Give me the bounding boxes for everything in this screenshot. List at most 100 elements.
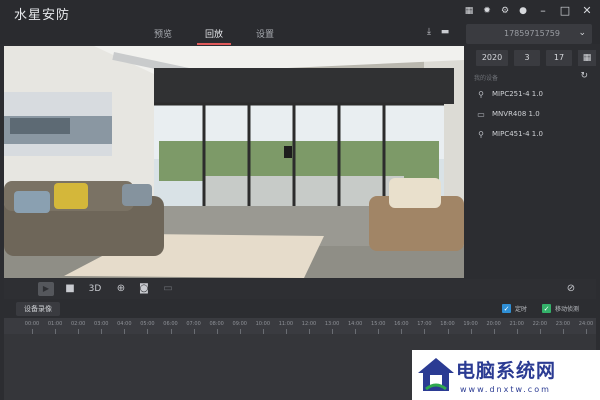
record-button[interactable]: ▭ — [161, 282, 175, 296]
timeline-tick — [193, 329, 195, 334]
info-icon[interactable]: ● — [518, 6, 528, 16]
play-icon: ▶ — [42, 284, 50, 293]
timeline-tick — [55, 329, 57, 334]
nvr-icon: ▭ — [477, 109, 485, 119]
timeline-tick — [147, 329, 149, 334]
timeline-hour-label: 16:00 — [394, 321, 409, 327]
device-item[interactable]: ⚲ MIPC251-4 1.0 — [476, 86, 543, 102]
timeline-tick — [516, 329, 518, 334]
year-field[interactable]: 2020 — [476, 50, 508, 66]
day-field[interactable]: 17 — [546, 50, 572, 66]
timeline-hour-label: 19:00 — [463, 321, 478, 327]
device-recording-button[interactable]: 设备录像 — [16, 302, 60, 316]
snapshot-button[interactable]: ◙ — [137, 282, 151, 296]
timeline-tick — [239, 329, 241, 334]
timeline-hour-label: 08:00 — [209, 321, 224, 327]
scheduled-checkbox[interactable]: ✓ 定时 — [502, 304, 527, 313]
zoom-in-button[interactable]: ⊕ — [114, 282, 128, 296]
timeline-tick — [170, 329, 172, 334]
timeline-hour-label: 02:00 — [70, 321, 86, 327]
timeline-tick — [447, 329, 449, 334]
timeline-tick — [378, 329, 380, 334]
tab-playback[interactable]: 回放 — [196, 27, 232, 45]
devices-label: 我的设备 — [474, 75, 499, 82]
mute-icon: ⊘ — [566, 283, 576, 294]
play-button[interactable]: ▶ — [38, 282, 54, 296]
timeline-tick — [124, 329, 126, 334]
player-controls: ▶ ■ 3D ⊕ ◙ ▭ ⊘ — [4, 279, 596, 299]
playback-panel: 2020 3 17 ▦ 我的设备 ↻ ⚲ MIPC251-4 1.0 ▭ MNV… — [466, 46, 600, 294]
refresh-icon[interactable]: ↻ — [580, 71, 588, 81]
sun-icon[interactable]: ✹ — [482, 6, 492, 16]
title-bar: 水星安防 ▦ ✹ ⚙ ● – □ ✕ — [0, 0, 600, 24]
device-name: MNVR408 1.0 — [492, 110, 540, 118]
timeline-hour-label: 23:00 — [555, 321, 571, 327]
timeline-tick — [309, 329, 310, 334]
device-item[interactable]: ⚲ MIPC451-4 1.0 — [476, 126, 543, 142]
timeline-tick — [355, 329, 357, 334]
tab-settings[interactable]: 设置 — [256, 27, 274, 42]
timeline-tick — [562, 329, 564, 334]
window-controls: ▦ ✹ ⚙ ● – □ ✕ — [464, 5, 594, 16]
timeline-hour-label: 04:00 — [117, 321, 132, 327]
timeline-tick — [401, 329, 403, 334]
timeline-tick — [424, 329, 426, 334]
timeline-hour-label: 20:00 — [486, 321, 501, 327]
minimize-button[interactable]: – — [536, 5, 550, 16]
timeline-hour-label: 24:00 — [578, 321, 594, 327]
timeline-tick — [539, 329, 541, 334]
3d-button[interactable]: 3D — [86, 282, 104, 296]
grid-icon[interactable]: ▦ — [464, 6, 474, 16]
folder-icon[interactable]: ▬ — [440, 27, 450, 37]
timeline-hour-label: 10:00 — [255, 321, 271, 327]
account-label: 17859715759 — [504, 29, 560, 38]
stop-button[interactable]: ■ — [64, 282, 76, 296]
stop-icon: ■ — [65, 283, 75, 294]
timeline-tick — [101, 329, 103, 334]
close-button[interactable]: ✕ — [580, 5, 594, 16]
timeline-hour-label: 06:00 — [163, 321, 178, 327]
record-bar: 设备录像 ✓ 定时 ✓ 移动侦测 — [0, 300, 600, 318]
watermark-title: 电脑系统网 — [456, 360, 557, 382]
calendar-icon[interactable]: ▦ — [578, 50, 596, 66]
timeline-hour-label: 12:00 — [301, 321, 317, 327]
download-icon[interactable]: ⤓ — [424, 27, 434, 37]
mute-button[interactable]: ⊘ — [564, 282, 578, 296]
motion-detection-checkbox[interactable]: ✓ 移动侦测 — [542, 304, 579, 313]
chevron-down-icon: ⌄ — [578, 28, 586, 38]
timeline-hour-label: 00:00 — [24, 321, 40, 327]
device-item[interactable]: ▭ MNVR408 1.0 — [476, 106, 540, 122]
checkbox-checked-icon: ✓ — [542, 304, 551, 313]
timeline-hour-label: 17:00 — [417, 321, 432, 327]
video-frame-image — [4, 46, 464, 278]
scheduled-label: 定时 — [515, 306, 528, 313]
timeline-hour-label: 01:00 — [47, 321, 63, 327]
timeline-tick — [332, 329, 334, 334]
month-field[interactable]: 3 — [514, 50, 540, 66]
timeline-hour-label: 14:00 — [347, 321, 363, 327]
settings-icon[interactable]: ⚙ — [500, 6, 510, 16]
maximize-button[interactable]: □ — [558, 5, 572, 16]
timeline-hour-label: 05:00 — [140, 321, 155, 327]
date-picker: 2020 3 17 ▦ — [476, 50, 596, 66]
account-dropdown[interactable]: 17859715759 ⌄ — [466, 24, 592, 44]
timeline-hour-label: 09:00 — [232, 321, 247, 327]
timeline-tick — [470, 329, 472, 334]
house-logo-icon — [418, 358, 454, 391]
timeline-tick — [262, 329, 264, 334]
timeline-tick — [78, 329, 80, 334]
watermark: 电脑系统网 www.dnxtw.com — [412, 350, 600, 400]
camera-icon: ⚲ — [478, 89, 484, 99]
app-title: 水星安防 — [14, 8, 71, 23]
checkbox-checked-icon: ✓ — [502, 304, 511, 313]
zoom-in-icon: ⊕ — [116, 283, 126, 294]
3d-icon: 3D — [88, 284, 102, 294]
video-player[interactable] — [4, 46, 464, 278]
record-icon: ▭ — [163, 283, 173, 294]
tab-preview[interactable]: 预览 — [154, 27, 172, 42]
timeline-tick — [216, 329, 218, 334]
timeline-hour-label: 13:00 — [324, 321, 340, 327]
timeline-ruler: 00:00 01:00 02:00 03:00 04:00 05:00 06:00 07:00… — [4, 318, 596, 334]
timeline-hour-label: 03:00 — [94, 321, 109, 327]
motion-detection-label: 移动侦测 — [555, 306, 580, 313]
